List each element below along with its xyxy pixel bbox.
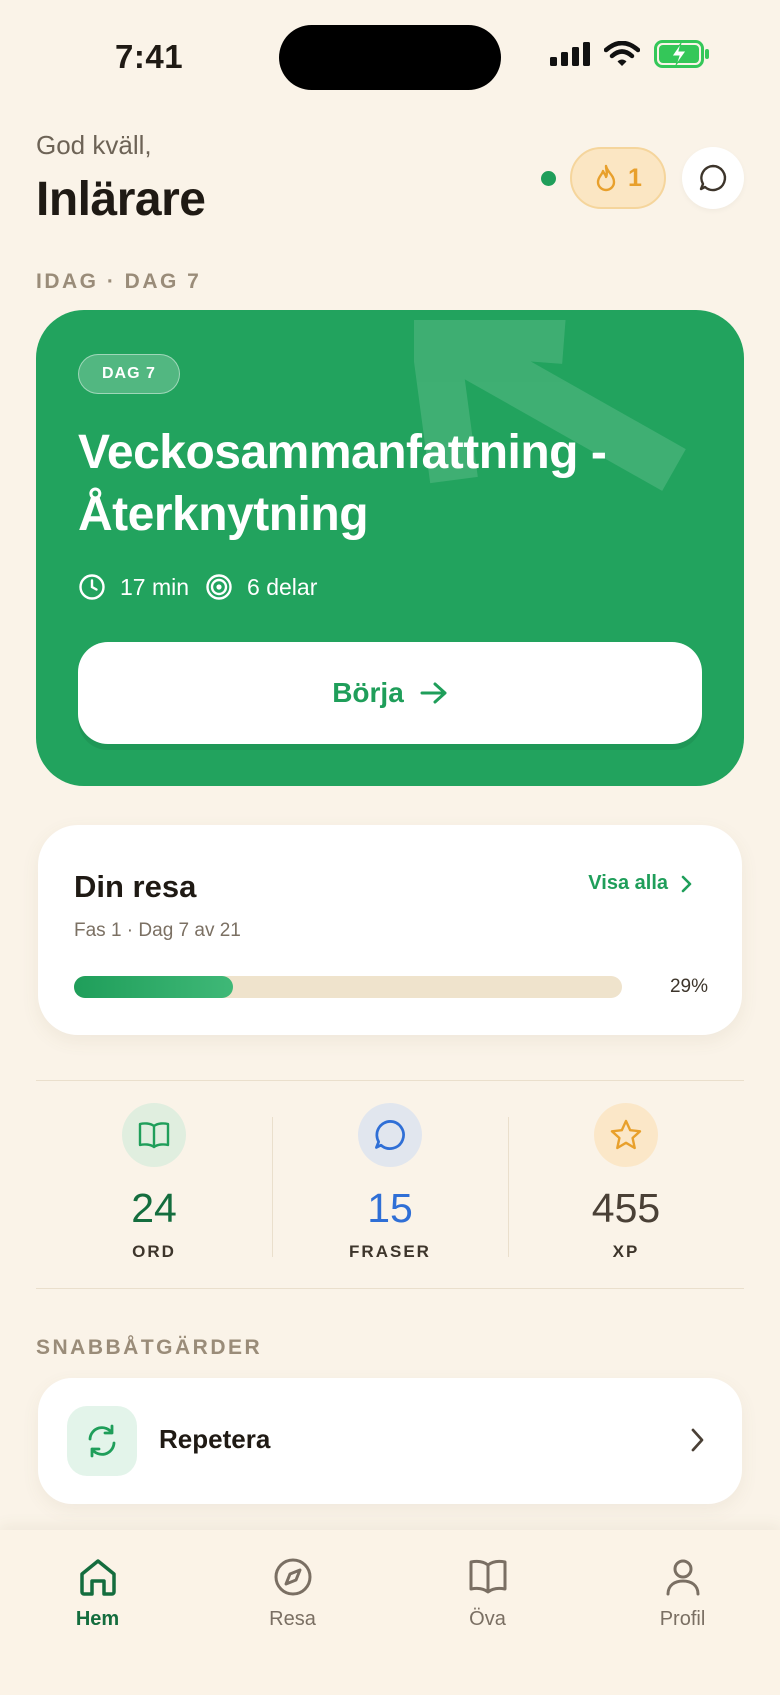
greeting: God kväll, — [36, 130, 152, 160]
streak-button[interactable]: 1 — [570, 147, 666, 209]
tab-journey-label: Resa — [269, 1608, 316, 1630]
stat-xp: 455 XP — [508, 1082, 744, 1267]
today-lesson-card[interactable]: DAG 7 Veckosammanfattning - Återknytning… — [36, 310, 744, 786]
quick-action-label: Repetera — [159, 1424, 271, 1454]
quick-action-review[interactable]: Repetera — [38, 1378, 742, 1504]
clock-icon — [79, 574, 105, 600]
stat-phrases-label: FRASER — [349, 1242, 431, 1261]
stat-phrases: 15 FRASER — [272, 1082, 508, 1267]
lesson-meta: 17 min 6 delar — [78, 573, 333, 601]
tab-home[interactable]: Hem — [0, 1530, 195, 1695]
refresh-icon — [67, 1406, 137, 1476]
stats-divider-top — [36, 1080, 744, 1081]
tab-practice[interactable]: Öva — [390, 1530, 585, 1695]
tab-journey[interactable]: Resa — [195, 1530, 390, 1695]
messages-button[interactable] — [682, 147, 744, 209]
stat-phrases-value: 15 — [367, 1185, 413, 1231]
journey-title: Din resa — [74, 869, 197, 904]
stat-xp-label: XP — [612, 1242, 640, 1261]
flame-icon — [596, 164, 616, 192]
journey-progress-fill — [74, 976, 233, 998]
chevron-right-icon — [681, 875, 692, 892]
user-name: Inlärare — [36, 173, 206, 226]
lesson-parts: 6 delar — [247, 573, 318, 600]
chevron-right-icon — [691, 1428, 704, 1452]
see-all-label: Visa alla — [588, 872, 668, 894]
journey-progress-bar — [74, 976, 622, 998]
signal-icon — [550, 42, 590, 66]
tab-profile[interactable]: Profil — [585, 1530, 780, 1695]
quick-actions-label: SNABBÅTGÄRDER — [36, 1336, 263, 1359]
journey-progress-percent: 29% — [669, 976, 708, 997]
stat-words-value: 24 — [131, 1185, 177, 1231]
tab-home-label: Hem — [75, 1608, 120, 1630]
dynamic-island — [279, 25, 501, 90]
book-icon — [122, 1103, 186, 1167]
duration-meta: 17 min — [78, 573, 189, 601]
target-icon — [206, 574, 232, 600]
status-bar: 7:41 — [0, 0, 780, 115]
start-label: Börja — [332, 677, 404, 708]
stat-xp-value: 455 — [591, 1185, 661, 1231]
lesson-duration: 17 min — [120, 573, 190, 600]
online-indicator — [541, 171, 556, 186]
tab-practice-label: Öva — [469, 1608, 506, 1630]
stats-row: 24 ORD 15 FRASER 455 XP — [36, 1082, 744, 1267]
start-lesson-button[interactable]: Börja — [78, 642, 702, 744]
journey-subtitle: Fas 1 · Dag 7 av 21 — [74, 920, 241, 941]
day-badge: DAG 7 — [78, 354, 180, 394]
tab-profile-label: Profil — [659, 1608, 706, 1630]
person-icon — [666, 1559, 699, 1596]
today-section-label: IDAG · DAG 7 — [36, 270, 202, 293]
status-icons — [550, 40, 710, 68]
parts-meta: 6 delar — [205, 573, 317, 601]
arrow-right-icon — [420, 682, 447, 704]
wifi-icon — [604, 41, 640, 66]
status-time: 7:41 — [115, 38, 184, 75]
stat-words-label: ORD — [132, 1242, 176, 1261]
stat-words: 24 ORD — [36, 1082, 272, 1267]
battery-charging-icon — [654, 40, 709, 68]
stats-divider-bottom — [36, 1288, 744, 1289]
star-icon — [594, 1103, 658, 1167]
see-all-link[interactable]: Visa alla — [588, 872, 692, 895]
compass-icon — [274, 1558, 311, 1596]
open-book-icon — [469, 1559, 506, 1594]
home-icon — [79, 1559, 116, 1596]
streak-count: 1 — [628, 163, 642, 192]
chat-bubble-icon — [358, 1103, 422, 1167]
tab-bar: Hem Resa Öva Profil — [0, 1530, 780, 1695]
chat-bubble-icon — [699, 164, 727, 192]
journey-card: Din resa Visa alla Fas 1 · Dag 7 av 21 2… — [38, 825, 742, 1035]
lesson-title: Veckosammanfattning - Återknytning — [78, 426, 607, 541]
